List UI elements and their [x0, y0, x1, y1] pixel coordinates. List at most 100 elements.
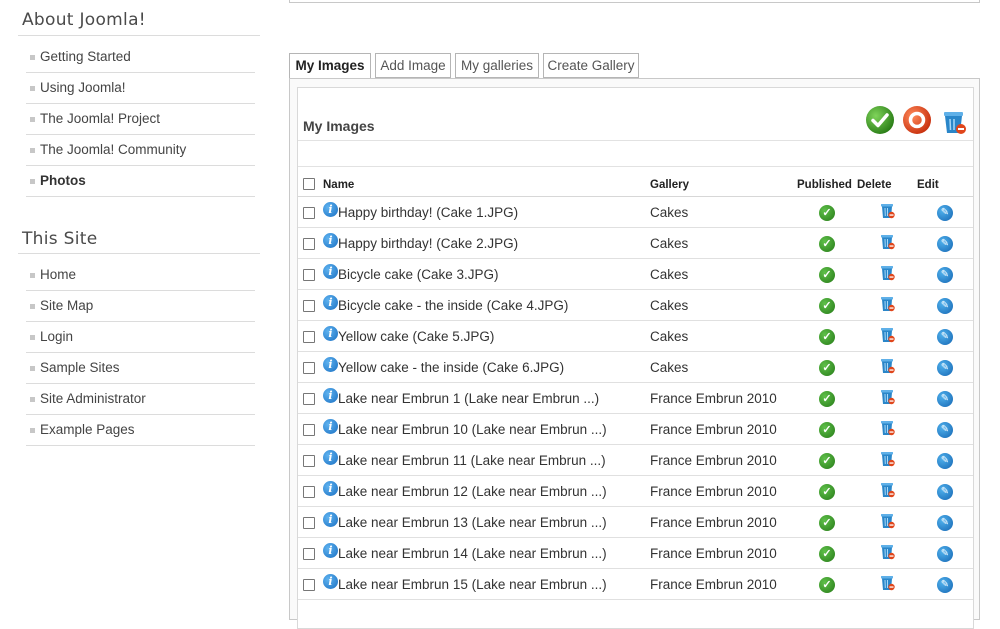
edit-pencil-icon[interactable]: ✎ — [937, 298, 953, 314]
menu-item-joomla-project[interactable]: The Joomla! Project — [26, 104, 255, 135]
row-checkbox[interactable] — [303, 548, 315, 560]
info-icon[interactable]: i — [323, 512, 338, 527]
published-check-icon[interactable]: ✓ — [819, 267, 835, 283]
row-checkbox[interactable] — [303, 331, 315, 343]
image-name[interactable]: Yellow cake - the inside (Cake 6.JPG) — [338, 360, 564, 375]
delete-trash-icon[interactable] — [879, 295, 896, 312]
delete-trash-icon[interactable] — [879, 326, 896, 343]
tab-add-image[interactable]: Add Image — [375, 53, 451, 78]
delete-trash-icon[interactable] — [879, 233, 896, 250]
row-checkbox[interactable] — [303, 362, 315, 374]
edit-pencil-icon[interactable]: ✎ — [937, 546, 953, 562]
row-checkbox[interactable] — [303, 517, 315, 529]
info-icon[interactable]: i — [323, 202, 338, 217]
trash-icon[interactable] — [939, 105, 969, 135]
published-check-icon[interactable]: ✓ — [819, 453, 835, 469]
image-name[interactable]: Lake near Embrun 10 (Lake near Embrun ..… — [338, 422, 607, 437]
edit-pencil-icon[interactable]: ✎ — [937, 422, 953, 438]
delete-trash-icon[interactable] — [879, 202, 896, 219]
menu-item-photos[interactable]: Photos — [26, 166, 255, 197]
delete-trash-icon[interactable] — [879, 574, 896, 591]
delete-trash-icon[interactable] — [879, 450, 896, 467]
edit-pencil-icon[interactable]: ✎ — [937, 267, 953, 283]
unpublish-icon[interactable] — [902, 105, 932, 135]
published-check-icon[interactable]: ✓ — [819, 577, 835, 593]
delete-trash-icon[interactable] — [879, 512, 896, 529]
delete-trash-icon[interactable] — [879, 543, 896, 560]
menu-item-login[interactable]: Login — [26, 322, 255, 353]
info-icon[interactable]: i — [323, 574, 338, 589]
edit-pencil-icon[interactable]: ✎ — [937, 205, 953, 221]
image-name[interactable]: Lake near Embrun 15 (Lake near Embrun ..… — [338, 577, 607, 592]
image-name[interactable]: Yellow cake (Cake 5.JPG) — [338, 329, 494, 344]
published-check-icon[interactable]: ✓ — [819, 205, 835, 221]
edit-pencil-icon[interactable]: ✎ — [937, 577, 953, 593]
image-name[interactable]: Happy birthday! (Cake 2.JPG) — [338, 236, 518, 251]
published-check-icon[interactable]: ✓ — [819, 236, 835, 252]
tab-create-gallery[interactable]: Create Gallery — [543, 53, 639, 78]
published-check-icon[interactable]: ✓ — [819, 546, 835, 562]
menu-item-example-pages[interactable]: Example Pages — [26, 415, 255, 446]
published-check-icon[interactable]: ✓ — [819, 422, 835, 438]
row-checkbox[interactable] — [303, 579, 315, 591]
info-icon[interactable]: i — [323, 233, 338, 248]
row-checkbox[interactable] — [303, 300, 315, 312]
menu-item-site-map[interactable]: Site Map — [26, 291, 255, 322]
edit-pencil-icon[interactable]: ✎ — [937, 484, 953, 500]
edit-pencil-icon[interactable]: ✎ — [937, 453, 953, 469]
row-checkbox[interactable] — [303, 269, 315, 281]
published-check-icon[interactable]: ✓ — [819, 391, 835, 407]
menu-item-using-joomla[interactable]: Using Joomla! — [26, 73, 255, 104]
delete-trash-icon[interactable] — [879, 481, 896, 498]
image-name[interactable]: Bicycle cake (Cake 3.JPG) — [338, 267, 499, 282]
menu-item-joomla-community[interactable]: The Joomla! Community — [26, 135, 255, 166]
info-icon[interactable]: i — [323, 264, 338, 279]
row-checkbox[interactable] — [303, 207, 315, 219]
column-header-published[interactable]: Published — [797, 173, 857, 197]
row-checkbox[interactable] — [303, 455, 315, 467]
row-checkbox[interactable] — [303, 424, 315, 436]
image-name[interactable]: Lake near Embrun 11 (Lake near Embrun ..… — [338, 453, 606, 468]
info-icon[interactable]: i — [323, 450, 338, 465]
delete-trash-icon[interactable] — [879, 388, 896, 405]
info-icon[interactable]: i — [323, 481, 338, 496]
image-name[interactable]: Lake near Embrun 12 (Lake near Embrun ..… — [338, 484, 607, 499]
edit-pencil-icon[interactable]: ✎ — [937, 391, 953, 407]
published-check-icon[interactable]: ✓ — [819, 298, 835, 314]
menu-item-getting-started[interactable]: Getting Started — [26, 42, 255, 73]
published-check-icon[interactable]: ✓ — [819, 484, 835, 500]
menu-item-sample-sites[interactable]: Sample Sites — [26, 353, 255, 384]
tab-my-galleries[interactable]: My galleries — [455, 53, 539, 78]
published-check-icon[interactable]: ✓ — [819, 360, 835, 376]
image-name[interactable]: Lake near Embrun 1 (Lake near Embrun ...… — [338, 391, 599, 406]
edit-pencil-icon[interactable]: ✎ — [937, 329, 953, 345]
info-icon[interactable]: i — [323, 419, 338, 434]
menu-item-home[interactable]: Home — [26, 260, 255, 291]
published-check-icon[interactable]: ✓ — [819, 329, 835, 345]
row-checkbox[interactable] — [303, 393, 315, 405]
info-icon[interactable]: i — [323, 543, 338, 558]
edit-pencil-icon[interactable]: ✎ — [937, 236, 953, 252]
column-header-name[interactable]: Name — [323, 173, 650, 197]
row-checkbox[interactable] — [303, 238, 315, 250]
edit-pencil-icon[interactable]: ✎ — [937, 360, 953, 376]
delete-trash-icon[interactable] — [879, 357, 896, 374]
info-icon[interactable]: i — [323, 326, 338, 341]
menu-item-site-administrator[interactable]: Site Administrator — [26, 384, 255, 415]
image-name[interactable]: Lake near Embrun 14 (Lake near Embrun ..… — [338, 546, 607, 561]
image-name[interactable]: Lake near Embrun 13 (Lake near Embrun ..… — [338, 515, 607, 530]
published-check-icon[interactable]: ✓ — [819, 515, 835, 531]
delete-trash-icon[interactable] — [879, 419, 896, 436]
select-all-checkbox[interactable] — [303, 178, 315, 190]
image-name[interactable]: Happy birthday! (Cake 1.JPG) — [338, 205, 518, 220]
image-name[interactable]: Bicycle cake - the inside (Cake 4.JPG) — [338, 298, 568, 313]
info-icon[interactable]: i — [323, 357, 338, 372]
column-header-gallery[interactable]: Gallery — [650, 173, 797, 197]
tab-my-images[interactable]: My Images — [289, 53, 371, 79]
info-icon[interactable]: i — [323, 295, 338, 310]
row-checkbox[interactable] — [303, 486, 315, 498]
delete-trash-icon[interactable] — [879, 264, 896, 281]
info-icon[interactable]: i — [323, 388, 338, 403]
publish-icon[interactable] — [865, 105, 895, 135]
edit-pencil-icon[interactable]: ✎ — [937, 515, 953, 531]
